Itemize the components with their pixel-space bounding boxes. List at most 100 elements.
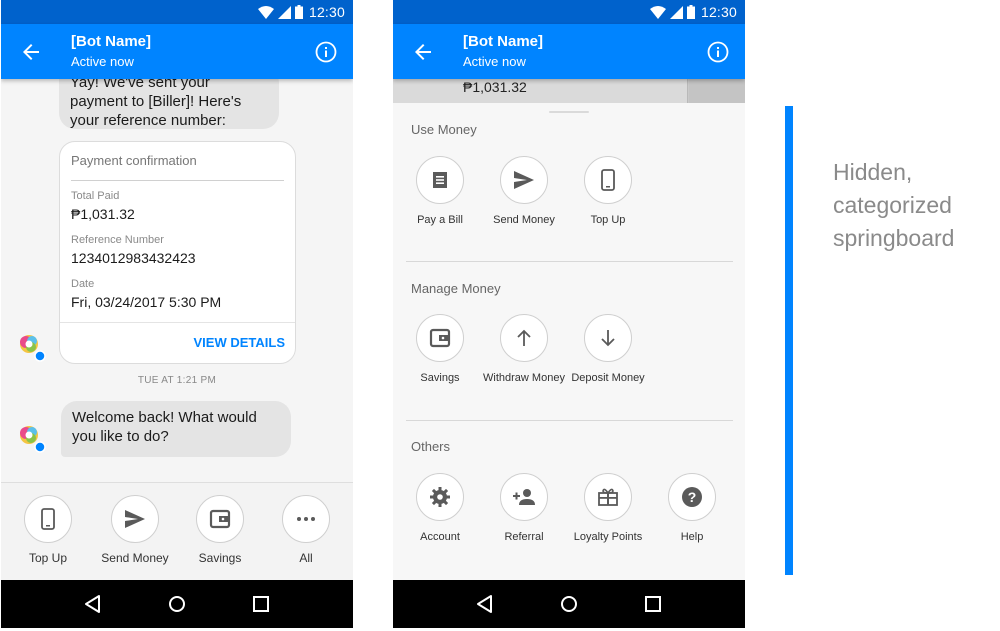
card-heading: Payment confirmation (71, 153, 197, 168)
caption-text: Hidden, categorized springboard (833, 156, 993, 255)
status-time: 12:30 (308, 4, 345, 20)
bot-avatar (20, 335, 46, 362)
active-status: Active now (71, 54, 134, 69)
springboard-item-circle (500, 473, 548, 521)
springboard-item-label: Loyalty Points (573, 531, 643, 543)
quick-action-label: Savings (198, 551, 242, 565)
payment-confirmation-card: Payment confirmation Total Paid ₱1,031.3… (59, 141, 296, 364)
back-arrow-icon[interactable] (19, 40, 43, 64)
bot-message-bubble: Yay! We've sent your payment to [Biller]… (59, 79, 279, 129)
quick-action-circle (111, 495, 159, 543)
springboard-item-send-money[interactable]: Send Money (482, 156, 566, 228)
wifi-icon (257, 5, 274, 19)
sheet-drag-handle[interactable] (549, 111, 589, 113)
gear-icon (430, 487, 450, 507)
caption-line: categorized (833, 192, 952, 218)
springboard-item-account[interactable]: Account (398, 473, 482, 545)
status-bar: 12:30 (393, 0, 745, 24)
springboard-item-circle (584, 314, 632, 362)
nav-home-icon[interactable] (557, 592, 581, 616)
page: 12:30 [Bot Name] Active now Yay! We've s… (0, 0, 1000, 631)
springboard-item-loyalty-points[interactable]: Loyalty Points (566, 473, 650, 545)
springboard-item-label: Help (680, 531, 704, 543)
section-title-use-money: Use Money (411, 122, 477, 137)
date-label: Date (71, 278, 95, 290)
send-icon (125, 510, 145, 528)
quick-action-circle (282, 495, 330, 543)
signal-icon (669, 5, 683, 19)
springboard-item-label: Top Up (590, 214, 626, 226)
quick-action-label: Send Money (101, 551, 169, 565)
springboard-item-help[interactable]: ? Help (650, 473, 734, 545)
dimmed-chat-peek: ₱1,031.32 (393, 79, 745, 103)
arrow-up-icon (517, 329, 531, 346)
nav-recents-icon[interactable] (641, 592, 665, 616)
card-footer-divider (60, 322, 295, 323)
message-timestamp: TUE AT 1:21 PM (137, 375, 217, 386)
caption-line: Hidden, (833, 159, 913, 185)
section-divider (406, 261, 733, 262)
springboard-item-label: Pay a Bill (417, 214, 463, 226)
bot-welcome-bubble: Welcome back! What would you like to do? (61, 401, 291, 457)
springboard-item-circle (416, 156, 464, 204)
view-details-button[interactable]: VIEW DETAILS (194, 335, 285, 350)
springboard-item-circle (584, 156, 632, 204)
quick-action-send-money[interactable]: Send Money (92, 495, 178, 565)
gift-icon (598, 488, 618, 506)
springboard-item-label: Account (420, 531, 460, 543)
section-title-others: Others (411, 439, 451, 454)
date-value: Fri, 03/24/2017 5:30 PM (71, 294, 222, 310)
help-icon: ? (682, 487, 702, 507)
springboard-item-circle (584, 473, 632, 521)
nav-back-icon[interactable] (473, 592, 497, 616)
springboard-item-top-up[interactable]: Top Up (566, 156, 650, 228)
send-icon (514, 171, 534, 189)
springboard-item-circle (416, 473, 464, 521)
back-arrow-icon[interactable] (411, 40, 435, 64)
nav-recents-icon[interactable] (249, 592, 273, 616)
battery-icon (294, 5, 303, 19)
total-paid-value: ₱1,031.32 (71, 206, 135, 222)
reference-number-label: Reference Number (71, 234, 164, 246)
springboard-item-withdraw-money[interactable]: Withdraw Money (482, 314, 566, 386)
springboard-screen: 12:30 [Bot Name] Active now ₱1,031.32 Us… (393, 0, 745, 628)
bot-welcome-text: Welcome back! What would you like to do? (72, 409, 257, 445)
quick-action-circle (24, 495, 72, 543)
nav-home-icon[interactable] (165, 592, 189, 616)
springboard-item-pay-a-bill[interactable]: Pay a Bill (398, 156, 482, 228)
springboard-item-circle (416, 314, 464, 362)
app-bar: [Bot Name] Active now (393, 24, 745, 79)
arrow-down-icon (601, 330, 615, 347)
springboard-item-label: Send Money (493, 214, 555, 226)
peek-background (689, 79, 745, 103)
springboard-item-savings[interactable]: Savings (398, 314, 482, 386)
quick-action-label: All (299, 551, 313, 565)
quick-action-label: Top Up (28, 551, 68, 565)
springboard-item-label: Savings (420, 372, 460, 384)
caption-accent-bar (785, 106, 793, 575)
active-status: Active now (463, 54, 526, 69)
phone-icon (41, 508, 55, 530)
quick-action-circle (196, 495, 244, 543)
bot-avatar (20, 426, 46, 453)
reference-number-value: 1234012983432423 (71, 250, 196, 266)
card-divider (71, 180, 284, 181)
section-title-manage-money: Manage Money (411, 281, 501, 296)
bill-icon (433, 172, 447, 188)
quick-action-savings[interactable]: Savings (177, 495, 263, 565)
springboard-item-circle (500, 156, 548, 204)
quick-action-all[interactable]: All (263, 495, 349, 565)
android-nav-bar (393, 580, 745, 628)
quick-action-top-up[interactable]: Top Up (5, 495, 91, 565)
section-divider (406, 420, 733, 421)
nav-back-icon[interactable] (81, 592, 105, 616)
wallet-icon (429, 328, 451, 348)
chat-screen: 12:30 [Bot Name] Active now Yay! We've s… (1, 0, 353, 628)
info-icon[interactable] (315, 41, 337, 63)
add-person-icon (513, 489, 535, 505)
info-icon[interactable] (707, 41, 729, 63)
springboard-item-referral[interactable]: Referral (482, 473, 566, 545)
springboard-item-deposit-money[interactable]: Deposit Money (566, 314, 650, 386)
more-icon (297, 517, 315, 521)
springboard-sheet: Use Money Pay a Bill Send Money Top Up M… (393, 103, 745, 580)
